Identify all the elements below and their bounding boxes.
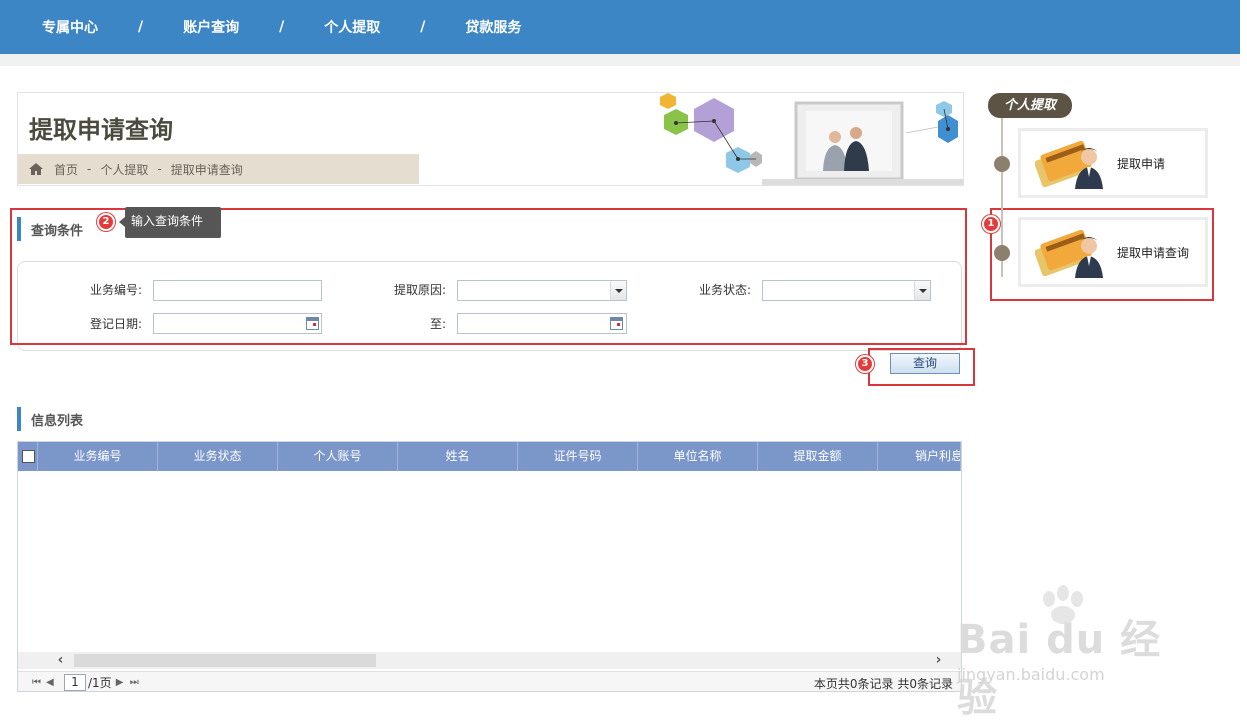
annotation-badge-2: 2 bbox=[97, 213, 115, 231]
last-page-icon[interactable]: ⏭ bbox=[130, 677, 141, 688]
breadcrumb: 首页 - 个人提取 - 提取申请查询 bbox=[18, 154, 419, 184]
select-all-checkbox[interactable] bbox=[22, 450, 35, 463]
info-table: 业务编号 业务状态 个人账号 姓名 证件号码 单位名称 提取金额 销户利息 ‹ … bbox=[17, 441, 962, 692]
calendar-icon[interactable] bbox=[306, 317, 319, 330]
annotation-badge-1: 1 bbox=[982, 215, 1000, 233]
column-header-interest[interactable]: 销户利息 bbox=[878, 442, 961, 471]
calendar-icon[interactable] bbox=[610, 317, 623, 330]
column-header-amount[interactable]: 提取金额 bbox=[758, 442, 878, 471]
breadcrumb-home[interactable]: 首页 bbox=[54, 161, 78, 178]
nav-separator: / bbox=[279, 19, 285, 35]
side-item-label: 提取申请查询 bbox=[1117, 245, 1190, 260]
page-total: /1页 bbox=[88, 675, 112, 690]
watermark: Bai du 经验 jingyan.baidu.com bbox=[955, 585, 1185, 721]
annotation-badge-3: 3 bbox=[856, 355, 874, 373]
scroll-left-icon[interactable]: ‹ bbox=[52, 652, 69, 669]
annotation-tooltip: 输入查询条件 bbox=[119, 207, 221, 238]
scrollbar-thumb[interactable] bbox=[74, 654, 376, 667]
column-header-business-no[interactable]: 业务编号 bbox=[38, 442, 158, 471]
reason-dropdown-icon[interactable] bbox=[610, 281, 626, 300]
section-accent-bar bbox=[17, 217, 21, 241]
nav-shadow-bar bbox=[0, 54, 1240, 66]
home-icon[interactable] bbox=[28, 162, 44, 176]
column-header-account[interactable]: 个人账号 bbox=[278, 442, 398, 471]
list-section-header: 信息列表 bbox=[17, 407, 83, 431]
nav-item-loan-service[interactable]: 贷款服务 bbox=[465, 17, 521, 37]
horizontal-scrollbar[interactable]: ‹ › bbox=[18, 652, 961, 669]
side-item-withdrawal-apply[interactable]: 提取申请 bbox=[1018, 128, 1208, 198]
to-label: 至: bbox=[429, 317, 446, 331]
breadcrumb-separator: - bbox=[157, 162, 162, 176]
page-number-input[interactable]: 1 bbox=[64, 673, 86, 691]
card-user-icon bbox=[1035, 229, 1103, 278]
section-accent-bar bbox=[17, 407, 21, 431]
record-count: 本页共0条记录 共0条记录 bbox=[813, 677, 953, 691]
nav-item-personal-withdrawal[interactable]: 个人提取 bbox=[324, 17, 380, 37]
business-no-input[interactable] bbox=[153, 280, 322, 301]
column-header-name[interactable]: 姓名 bbox=[398, 442, 518, 471]
banner-illustration bbox=[660, 93, 963, 185]
nav-separator: / bbox=[138, 19, 144, 35]
pager: ⏮ ◀ 1 /1页 ▶ ⏭ 本页共0条记录 共0条记录 bbox=[18, 671, 961, 691]
breadcrumb-separator: - bbox=[87, 162, 92, 176]
next-page-icon[interactable]: ▶ bbox=[116, 677, 127, 688]
column-header-company[interactable]: 单位名称 bbox=[638, 442, 758, 471]
prev-page-icon[interactable]: ◀ bbox=[46, 677, 57, 688]
first-page-icon[interactable]: ⏮ bbox=[32, 677, 43, 688]
column-header-id-number[interactable]: 证件号码 bbox=[518, 442, 638, 471]
business-no-label: 业务编号: bbox=[89, 283, 142, 297]
list-section-title: 信息列表 bbox=[31, 413, 84, 429]
top-nav: 专属中心 / 账户查询 / 个人提取 / 贷款服务 bbox=[0, 0, 1240, 54]
nav-item-exclusive-center[interactable]: 专属中心 bbox=[42, 17, 98, 37]
reg-date-label: 登记日期: bbox=[89, 317, 142, 331]
breadcrumb-personal-withdrawal[interactable]: 个人提取 bbox=[100, 161, 148, 178]
column-header-status[interactable]: 业务状态 bbox=[158, 442, 278, 471]
side-item-withdrawal-query[interactable]: 提取申请查询 bbox=[1018, 217, 1208, 287]
to-date-input[interactable] bbox=[457, 313, 627, 334]
query-section-title: 查询条件 bbox=[31, 223, 84, 239]
reg-date-input[interactable] bbox=[153, 313, 322, 334]
side-item-label: 提取申请 bbox=[1117, 156, 1166, 171]
status-dropdown-icon[interactable] bbox=[914, 281, 930, 300]
reason-label: 提取原因: bbox=[393, 283, 446, 297]
breadcrumb-current: 提取申请查询 bbox=[170, 162, 243, 177]
status-label: 业务状态: bbox=[698, 283, 751, 297]
select-all-cell bbox=[18, 442, 38, 471]
nav-item-account-query[interactable]: 账户查询 bbox=[183, 17, 239, 37]
watermark-url: jingyan.baidu.com bbox=[957, 665, 1105, 684]
page-banner: 提取申请查询 首页 - 个人提取 - 提取申请查询 bbox=[17, 92, 964, 186]
query-panel: 业务编号: 提取原因: 业务状态: 登记日期: 至: bbox=[17, 261, 962, 351]
scroll-right-icon[interactable]: › bbox=[930, 652, 947, 669]
query-section-header: 查询条件 bbox=[17, 217, 83, 241]
table-header: 业务编号 业务状态 个人账号 姓名 证件号码 单位名称 提取金额 销户利息 bbox=[18, 442, 961, 471]
nav-separator: / bbox=[420, 19, 426, 35]
query-button[interactable]: 查询 bbox=[890, 353, 960, 374]
reason-select[interactable] bbox=[457, 280, 627, 301]
page-title: 提取申请查询 bbox=[29, 116, 173, 144]
timeline-dot bbox=[994, 245, 1010, 261]
status-select[interactable] bbox=[762, 280, 931, 301]
side-panel-title: 个人提取 bbox=[988, 93, 1072, 118]
card-user-icon bbox=[1035, 140, 1103, 189]
timeline-dot bbox=[994, 156, 1010, 172]
